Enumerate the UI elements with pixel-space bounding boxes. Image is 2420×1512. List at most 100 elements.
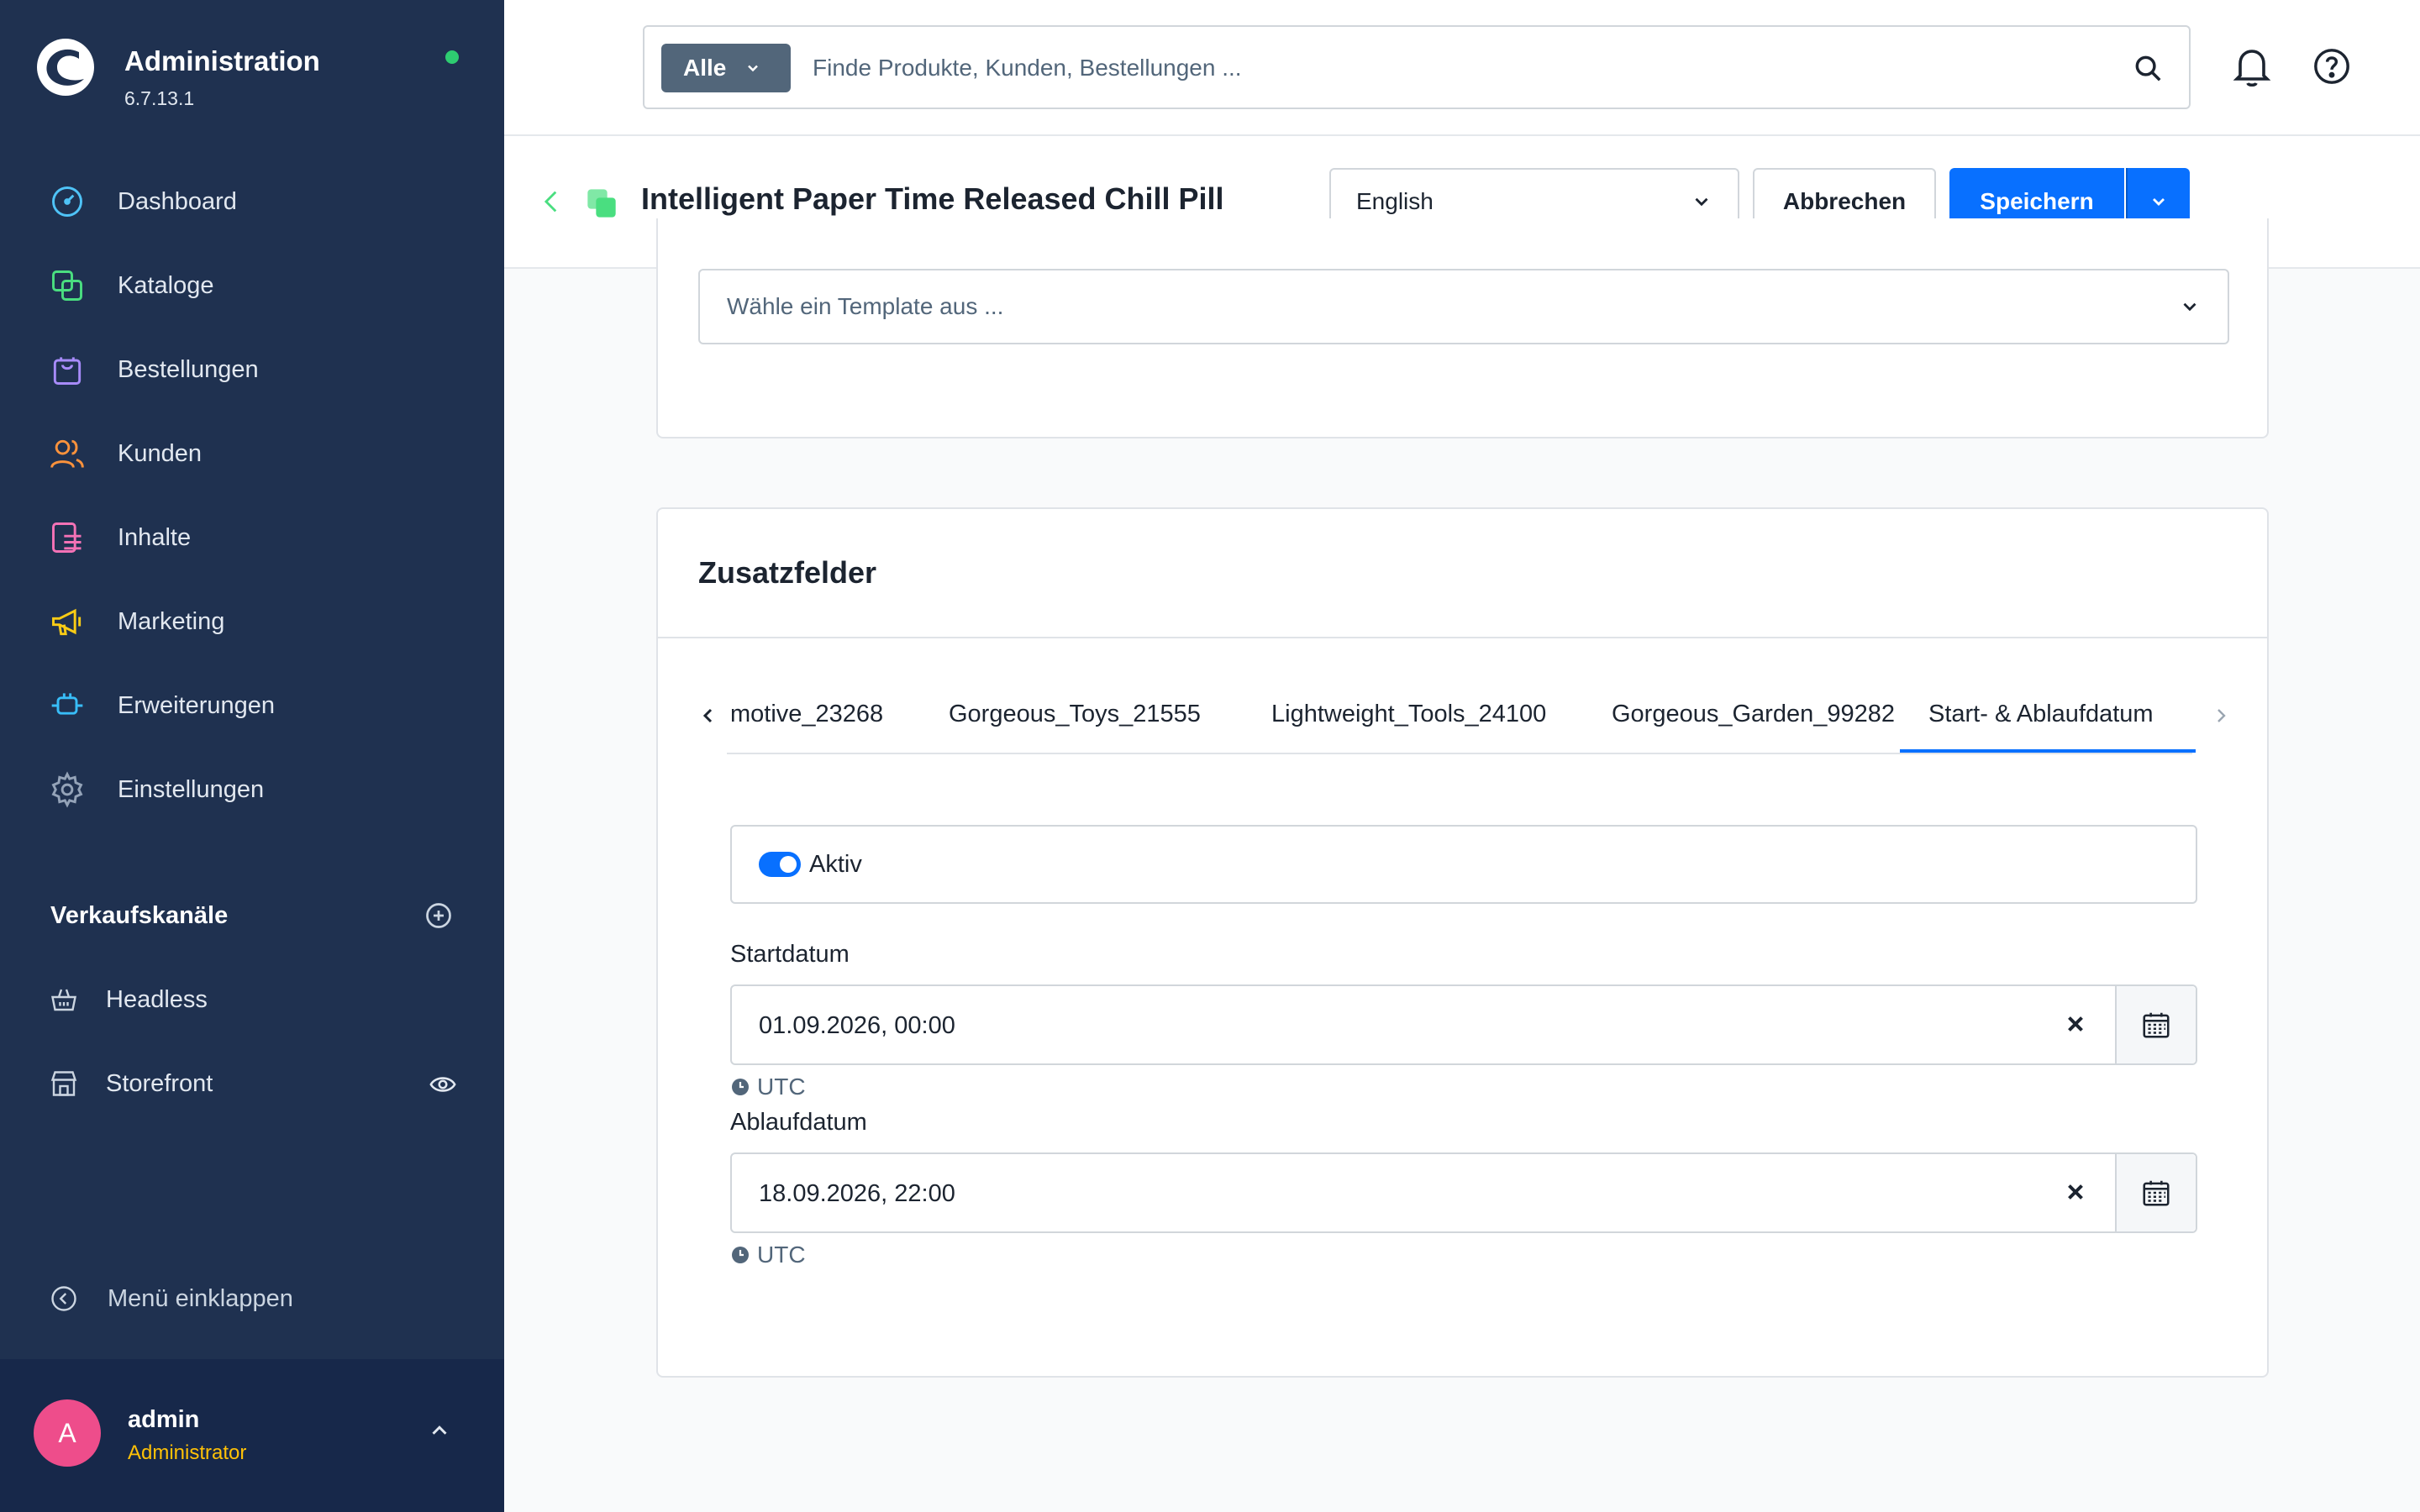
user-role: Administrator: [128, 1441, 247, 1464]
expiry-date-input[interactable]: [759, 1174, 1935, 1213]
expiry-date-label: Ablaufdatum: [730, 1109, 867, 1136]
search-type-select[interactable]: Alle: [661, 44, 791, 92]
megaphone-icon: [49, 603, 86, 640]
tab-start-expiry-date[interactable]: Start- & Ablaufdatum: [1928, 701, 2154, 728]
chevron-down-icon: [1695, 197, 1708, 207]
user-name: admin: [128, 1406, 200, 1433]
sidebar-item-extensions[interactable]: Erweiterungen: [0, 664, 504, 748]
plug-icon: [49, 687, 86, 724]
sidebar-item-label: Erweiterungen: [118, 691, 275, 719]
calendar-button[interactable]: [2115, 986, 2196, 1063]
top-bar: Alle: [504, 0, 2420, 136]
template-select[interactable]: Wähle ein Template aus ...: [698, 269, 2229, 344]
chevron-right-icon[interactable]: [2211, 704, 2231, 727]
sidebar-item-settings[interactable]: Einstellungen: [0, 748, 504, 832]
clear-icon[interactable]: [2063, 1011, 2088, 1037]
search-input[interactable]: [813, 44, 2073, 92]
calendar-icon: [2143, 1012, 2170, 1038]
shopping-bag-icon: [49, 351, 86, 388]
tab-motive[interactable]: motive_23268: [730, 701, 883, 728]
start-date-input[interactable]: [759, 1006, 1935, 1045]
sidebar-item-orders[interactable]: Bestellungen: [0, 328, 504, 412]
tabs-divider: [727, 753, 2192, 754]
shopware-logo-icon: [37, 39, 94, 96]
start-date-field: [730, 984, 2197, 1065]
card-title: Zusatzfelder: [698, 555, 877, 590]
calendar-button[interactable]: [2115, 1154, 2196, 1231]
avatar: A: [34, 1399, 101, 1467]
sales-channels-title: Verkaufskanäle: [50, 901, 229, 929]
chevron-down-icon: [748, 65, 759, 72]
bell-icon[interactable]: [2232, 45, 2272, 89]
chevron-left-icon[interactable]: [698, 704, 718, 727]
tab-lightweight-tools[interactable]: Lightweight_Tools_24100: [1271, 701, 1546, 728]
clock-icon: [732, 1079, 749, 1095]
custom-field-set-tabs: motive_23268 Gorgeous_Toys_21555 Lightwe…: [698, 692, 2229, 754]
content-icon: [49, 519, 86, 556]
clear-icon[interactable]: [2063, 1179, 2088, 1205]
sidebar-item-headless[interactable]: Headless: [0, 958, 504, 1042]
expiry-date-field: [730, 1152, 2197, 1233]
start-timezone: UTC: [730, 1074, 806, 1100]
help-icon[interactable]: [2312, 47, 2351, 86]
active-toggle-field: Aktiv: [730, 825, 2197, 904]
sidebar: Administration 6.7.13.1 Dashboard Katalo…: [0, 0, 504, 1512]
sidebar-item-marketing[interactable]: Marketing: [0, 580, 504, 664]
sidebar-item-label: Kataloge: [118, 271, 214, 299]
chevron-down-icon: [2183, 302, 2196, 312]
status-indicator: [445, 50, 459, 64]
timezone-label: UTC: [757, 1242, 806, 1268]
expiry-timezone: UTC: [730, 1242, 806, 1268]
sidebar-item-label: Marketing: [118, 607, 225, 635]
active-switch[interactable]: [759, 852, 801, 877]
active-tab-indicator: [1900, 749, 2196, 753]
timezone-label: UTC: [757, 1074, 806, 1100]
sales-channels-header: Verkaufskanäle: [50, 900, 454, 931]
sales-channel-list: Headless Storefront: [0, 958, 504, 1126]
app-version: 6.7.13.1: [124, 87, 195, 109]
start-date-label: Startdatum: [730, 941, 850, 968]
brand[interactable]: Administration 6.7.13.1: [35, 37, 320, 110]
sidebar-item-dashboard[interactable]: Dashboard: [0, 160, 504, 244]
users-icon: [49, 435, 86, 472]
basket-icon: [51, 989, 76, 1011]
search-icon[interactable]: [2132, 52, 2164, 84]
sidebar-item-customers[interactable]: Kunden: [0, 412, 504, 496]
tab-gorgeous-toys[interactable]: Gorgeous_Toys_21555: [949, 701, 1201, 728]
eye-icon[interactable]: [429, 1070, 457, 1099]
channel-label: Storefront: [106, 1069, 213, 1097]
search-type-label: Alle: [683, 55, 727, 81]
chevron-up-icon[interactable]: [427, 1418, 452, 1443]
sidebar-item-storefront[interactable]: Storefront: [0, 1042, 504, 1126]
chevron-left-circle-icon: [51, 1286, 76, 1311]
calendar-icon: [2143, 1180, 2170, 1206]
language-value: English: [1356, 188, 1434, 214]
sidebar-item-label: Inhalte: [118, 523, 192, 551]
sidebar-item-label: Bestellungen: [118, 355, 259, 383]
sidebar-item-label: Dashboard: [118, 187, 237, 215]
main-nav: Dashboard Kataloge Bestellungen Kunden I…: [0, 160, 504, 832]
custom-fields-card: Zusatzfelder motive_23268 Gorgeous_Toys_…: [656, 507, 2269, 1378]
page-title: Intelligent Paper Time Released Chill Pi…: [641, 181, 1224, 216]
sidebar-item-content[interactable]: Inhalte: [0, 496, 504, 580]
collapse-menu-button[interactable]: Menü einklappen: [49, 1284, 293, 1314]
channel-label: Headless: [106, 985, 208, 1013]
sidebar-item-label: Einstellungen: [118, 775, 265, 803]
card-header: Zusatzfelder: [658, 509, 2267, 638]
chevron-down-icon: [2153, 198, 2165, 206]
store-icon: [50, 1071, 77, 1096]
add-circle-icon[interactable]: [424, 900, 454, 931]
collapse-menu-label: Menü einklappen: [108, 1284, 293, 1312]
template-placeholder: Wähle ein Template aus ...: [727, 293, 1004, 319]
user-menu[interactable]: A admin Administrator: [0, 1359, 504, 1512]
gear-icon: [49, 771, 86, 808]
product-module-icon: [587, 189, 616, 218]
tab-gorgeous-garden[interactable]: Gorgeous_Garden_99282: [1612, 701, 1895, 728]
sidebar-item-catalogs[interactable]: Kataloge: [0, 244, 504, 328]
active-label: Aktiv: [809, 850, 862, 878]
gauge-icon: [49, 183, 86, 220]
clock-icon: [732, 1247, 749, 1263]
layout-assignment-card: Wähle ein Template aus ...: [656, 218, 2269, 438]
back-arrow-icon[interactable]: [538, 186, 566, 217]
catalog-icon: [49, 267, 86, 304]
